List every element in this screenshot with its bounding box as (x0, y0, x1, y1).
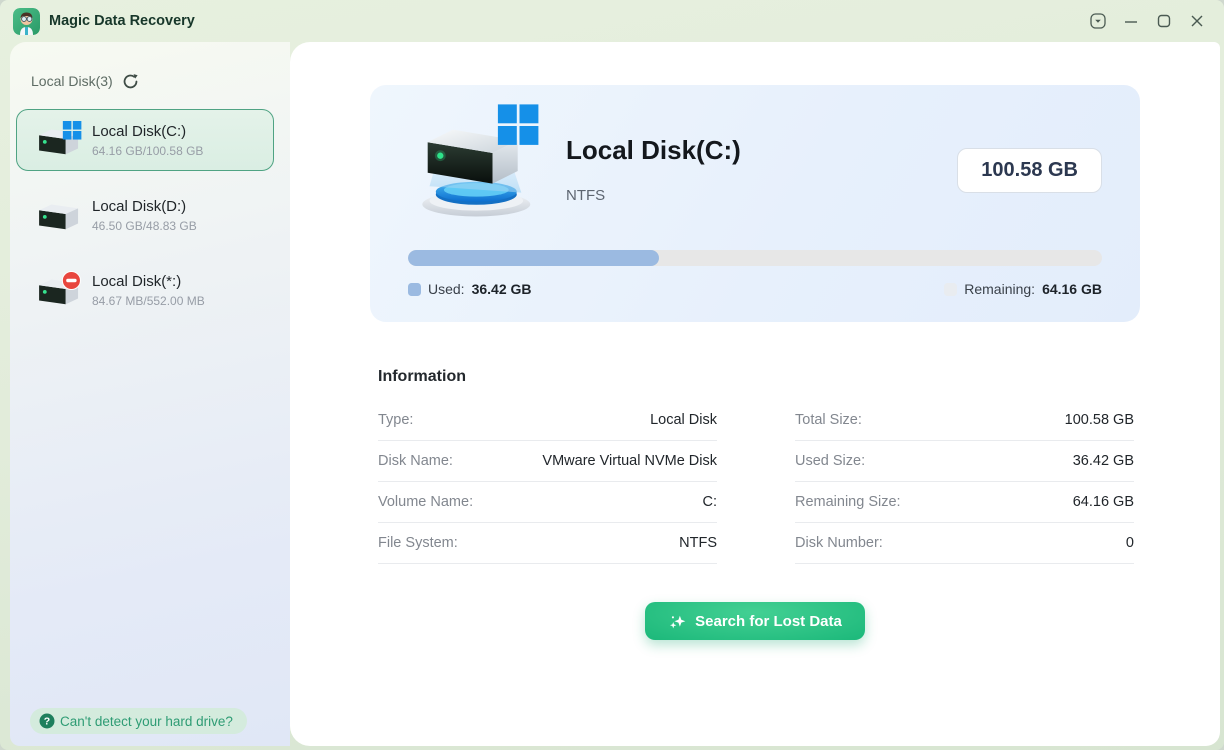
info-row-file-system: File System: NTFS (378, 523, 717, 564)
main-panel: Local Disk(C:) NTFS 100.58 GB Used: 36.4… (290, 42, 1220, 746)
sidebar-header: Local Disk(3) (10, 42, 290, 90)
windows-logo-icon (498, 104, 539, 144)
remaining-label: Remaining: (964, 281, 1035, 297)
info-row-remaining-size: Remaining Size: 64.16 GB (795, 482, 1134, 523)
title-bar: Magic Data Recovery (0, 0, 1224, 42)
app-logo-icon (13, 8, 40, 35)
disk-item-d[interactable]: Local Disk(D:) 46.50 GB/48.83 GB (16, 184, 274, 246)
usage-progress-bar (408, 250, 1102, 266)
disk-item-c[interactable]: Local Disk(C:) 64.16 GB/100.58 GB (16, 109, 274, 171)
hard-drive-windows-icon (37, 121, 83, 159)
disk-name: Local Disk(*:) (92, 273, 205, 290)
total-size-badge: 100.58 GB (957, 148, 1102, 193)
used-value: 36.42 GB (472, 281, 532, 297)
disk-usage: 64.16 GB/100.58 GB (92, 144, 203, 158)
information-heading: Information (378, 368, 1134, 386)
sidebar: Local Disk(3) Local Disk(C:) (10, 42, 290, 746)
maximize-button[interactable] (1151, 8, 1177, 34)
hard-drive-blocked-icon (37, 271, 83, 309)
question-mark-icon: ? (39, 713, 55, 729)
information-grid: Type: Local Disk Disk Name: VMware Virtu… (378, 400, 1134, 564)
disk-count-label: Local Disk(3) (31, 73, 113, 89)
disk-usage: 46.50 GB/48.83 GB (92, 219, 197, 233)
popup-menu-button[interactable] (1085, 8, 1111, 34)
info-row-volume-name: Volume Name: C: (378, 482, 717, 523)
usage-legend: Used: 36.42 GB Remaining: 64.16 GB (408, 281, 1102, 297)
help-link-label: Can't detect your hard drive? (60, 714, 233, 729)
disk-card-title: Local Disk(C:) (566, 135, 741, 166)
disk-name: Local Disk(D:) (92, 198, 197, 215)
disk-item-star[interactable]: Local Disk(*:) 84.67 MB/552.00 MB (16, 259, 274, 321)
help-link[interactable]: ? Can't detect your hard drive? (30, 708, 247, 734)
info-row-disk-name: Disk Name: VMware Virtual NVMe Disk (378, 441, 717, 482)
disk-list: Local Disk(C:) 64.16 GB/100.58 GB Local … (10, 109, 290, 321)
app-window: Magic Data Recovery (0, 0, 1224, 750)
used-label: Used: (428, 281, 465, 297)
minimize-button[interactable] (1118, 8, 1144, 34)
search-button-container: Search for Lost Data (290, 602, 1220, 640)
hard-drive-icon (37, 196, 83, 234)
app-title: Magic Data Recovery (49, 13, 195, 29)
disk-file-system: NTFS (566, 187, 605, 204)
used-swatch-icon (408, 283, 421, 296)
content-area: Local Disk(3) Local Disk(C:) (0, 42, 1224, 750)
legend-used: Used: 36.42 GB (408, 281, 532, 297)
refresh-icon[interactable] (122, 72, 140, 90)
disk-3d-icon (402, 99, 556, 225)
remaining-value: 64.16 GB (1042, 281, 1102, 297)
disk-summary-card: Local Disk(C:) NTFS 100.58 GB Used: 36.4… (370, 85, 1140, 322)
sparkle-icon (668, 612, 687, 631)
disk-usage: 84.67 MB/552.00 MB (92, 294, 205, 308)
legend-remaining: Remaining: 64.16 GB (944, 281, 1102, 297)
info-row-type: Type: Local Disk (378, 400, 717, 441)
remaining-swatch-icon (944, 283, 957, 296)
info-row-disk-number: Disk Number: 0 (795, 523, 1134, 564)
information-section: Information Type: Local Disk Disk Name: … (378, 368, 1134, 564)
info-row-used-size: Used Size: 36.42 GB (795, 441, 1134, 482)
close-button[interactable] (1184, 8, 1210, 34)
svg-text:?: ? (44, 716, 50, 728)
info-row-total-size: Total Size: 100.58 GB (795, 400, 1134, 441)
usage-progress-fill (408, 250, 659, 266)
window-controls (1085, 8, 1210, 34)
search-for-lost-data-button[interactable]: Search for Lost Data (645, 602, 865, 640)
disk-name: Local Disk(C:) (92, 123, 203, 140)
